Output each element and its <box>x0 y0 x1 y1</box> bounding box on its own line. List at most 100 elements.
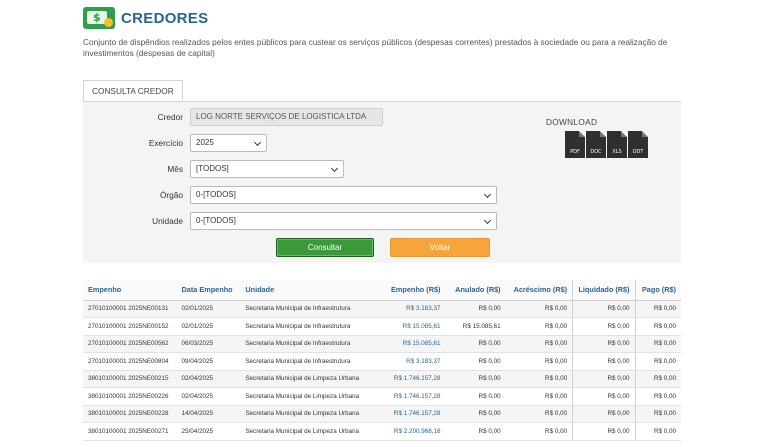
table-row[interactable]: 38010100001 2025NE00271 25/04/2025 Secreta… <box>83 422 681 441</box>
cell-anulado: R$ 0,00 <box>445 300 506 318</box>
col-unidade[interactable]: Unidade <box>240 280 371 301</box>
cell-acrescimo: R$ 0,00 <box>505 387 573 406</box>
pdf-download-icon[interactable]: PDF <box>565 131 585 158</box>
cell-liquidado: R$ 0,00 <box>572 422 636 441</box>
col-empenho[interactable]: Empenho <box>83 280 177 301</box>
odt-download-icon[interactable]: ODT <box>628 131 648 158</box>
mes-value: [TODOS] <box>196 164 229 173</box>
cell-liquidado: R$ 0,00 <box>572 352 636 371</box>
odt-label: ODT <box>632 149 644 155</box>
cell-liquidado: R$ 0,00 <box>572 405 636 423</box>
cell-empenho-valor[interactable]: R$ 3.183,37 <box>370 300 446 318</box>
cell-anulado: R$ 0,00 <box>445 422 506 441</box>
cell-liquidado: R$ 0,00 <box>572 370 636 388</box>
credores-table: Empenho Data Empenho Unidade Empenho (R$… <box>83 280 681 441</box>
cell-data: 14/04/2025 <box>176 405 241 423</box>
voltar-button[interactable]: Voltar <box>390 238 490 257</box>
col-data-empenho[interactable]: Data Empenho <box>176 280 241 301</box>
cell-unidade: Secretaria Municipal de Limpeza Urbana <box>240 422 371 441</box>
cell-unidade: Secretaria Municipal de Limpeza Urbana <box>240 387 371 406</box>
table-row[interactable]: 27010100001 2025NE00562 06/03/2025 Secreta… <box>83 335 681 353</box>
cell-data: 25/04/2025 <box>176 422 241 441</box>
table-row[interactable]: 38010100001 2025NE00228 14/04/2025 Secreta… <box>83 405 681 423</box>
cell-pago: R$ 0,00 <box>634 422 681 441</box>
cell-empenho: 38010100001 2025NE00226 <box>83 387 177 406</box>
cell-liquidado: R$ 0,00 <box>572 300 636 318</box>
xls-label: XLS <box>612 149 622 155</box>
cell-pago: R$ 0,00 <box>634 352 681 371</box>
chevron-down-icon <box>483 216 492 225</box>
credor-label: Credor <box>157 112 183 122</box>
cell-unidade: Secretaria Municipal de Infraestrutura <box>240 300 371 318</box>
logo-symbol: $ <box>93 11 101 24</box>
doc-download-icon[interactable]: DOC <box>586 131 606 158</box>
credor-field: LOG NORTE SERVIÇOS DE LOGISTICA LTDA <box>190 108 383 126</box>
cell-pago: R$ 0,00 <box>634 335 681 353</box>
orgao-label: Órgão <box>159 190 183 200</box>
pdf-label: PDF <box>570 149 580 155</box>
unidade-select[interactable]: 0-[TODOS] <box>190 212 497 230</box>
orgao-value: 0-[TODOS] <box>196 190 236 199</box>
cell-empenho-valor[interactable]: R$ 3.183,37 <box>370 352 446 371</box>
orgao-select[interactable]: 0-[TODOS] <box>190 186 497 204</box>
cell-empenho: 27010100001 2025NE00804 <box>83 352 177 371</box>
cell-empenho: 27010100001 2025NE00131 <box>83 300 177 318</box>
cell-unidade: Secretaria Municipal de Limpeza Urbana <box>240 405 371 423</box>
cell-acrescimo: R$ 0,00 <box>505 335 573 353</box>
cell-empenho-valor[interactable]: R$ 15.085,61 <box>370 317 446 336</box>
cell-empenho-valor[interactable]: R$ 1.746.157,28 <box>370 405 446 423</box>
money-icon: $ <box>83 7 115 29</box>
cell-acrescimo: R$ 0,00 <box>505 422 573 441</box>
cell-acrescimo: R$ 0,00 <box>505 352 573 371</box>
cell-liquidado: R$ 0,00 <box>572 387 636 406</box>
unidade-label: Unidade <box>152 216 183 226</box>
cell-empenho: 27010100001 2025NE00562 <box>83 335 177 353</box>
cell-empenho: 27010100001 2025NE00152 <box>83 317 177 336</box>
exercicio-select[interactable]: 2025 <box>190 134 267 152</box>
consultar-button[interactable]: Consultar <box>276 238 374 257</box>
cell-data: 06/03/2025 <box>176 335 241 353</box>
cell-acrescimo: R$ 0,00 <box>505 370 573 388</box>
table-row[interactable]: 38010100001 2025NE00215 02/04/2025 Secreta… <box>83 370 681 388</box>
cell-empenho: 38010100001 2025NE00215 <box>83 370 177 388</box>
page-header: $ CREDORES <box>83 6 208 30</box>
table-row[interactable]: 38010100001 2025NE00226 02/04/2025 Secreta… <box>83 387 681 406</box>
cell-empenho-valor[interactable]: R$ 1.746.157,28 <box>370 387 446 406</box>
cell-data: 09/04/2025 <box>176 352 241 371</box>
cell-data: 02/01/2025 <box>176 317 241 336</box>
cell-data: 02/01/2025 <box>176 300 241 318</box>
cell-anulado: R$ 0,00 <box>445 335 506 353</box>
cell-pago: R$ 0,00 <box>634 300 681 318</box>
cell-pago: R$ 0,00 <box>634 317 681 336</box>
cell-anulado: R$ 0,00 <box>445 352 506 371</box>
col-anulado[interactable]: Anulado (R$) <box>445 280 506 301</box>
chevron-down-icon <box>253 138 262 147</box>
cell-liquidado: R$ 0,00 <box>572 317 636 336</box>
cell-pago: R$ 0,00 <box>634 370 681 388</box>
xls-download-icon[interactable]: XLS <box>607 131 627 158</box>
cell-liquidado: R$ 0,00 <box>572 335 636 353</box>
col-liquidado[interactable]: Liquidado (R$) <box>572 280 636 301</box>
cell-empenho-valor[interactable]: R$ 1.746.157,28 <box>370 370 446 388</box>
col-acrescimo[interactable]: Acréscimo (R$) <box>505 280 573 301</box>
col-pago[interactable]: Pago (R$) <box>634 280 681 301</box>
cell-unidade: Secretaria Municipal de Infraestrutura <box>240 335 371 353</box>
mes-select[interactable]: [TODOS] <box>190 160 344 178</box>
tab-consulta-credor[interactable]: CONSULTA CREDOR <box>83 80 183 102</box>
cell-empenho-valor[interactable]: R$ 15.085,61 <box>370 335 446 353</box>
cell-pago: R$ 0,00 <box>634 405 681 423</box>
exercicio-value: 2025 <box>196 138 214 147</box>
cell-unidade: Secretaria Municipal de Infraestrutura <box>240 352 371 371</box>
table-row[interactable]: 27010100001 2025NE00131 02/01/2025 Secreta… <box>83 300 681 318</box>
cell-empenho: 38010100001 2025NE00271 <box>83 422 177 441</box>
cell-pago: R$ 0,00 <box>634 387 681 406</box>
cell-anulado: R$ 15.085,61 <box>445 317 506 336</box>
cell-acrescimo: R$ 0,00 <box>505 405 573 423</box>
table-row[interactable]: 27010100001 2025NE00804 09/04/2025 Secreta… <box>83 352 681 371</box>
cell-anulado: R$ 0,00 <box>445 405 506 423</box>
cell-data: 02/04/2025 <box>176 387 241 406</box>
col-empenho-valor[interactable]: Empenho (R$) <box>370 280 446 301</box>
chevron-down-icon <box>483 190 492 199</box>
table-row[interactable]: 27010100001 2025NE00152 02/01/2025 Secreta… <box>83 317 681 336</box>
cell-empenho-valor[interactable]: R$ 2.200.968,16 <box>370 422 446 441</box>
